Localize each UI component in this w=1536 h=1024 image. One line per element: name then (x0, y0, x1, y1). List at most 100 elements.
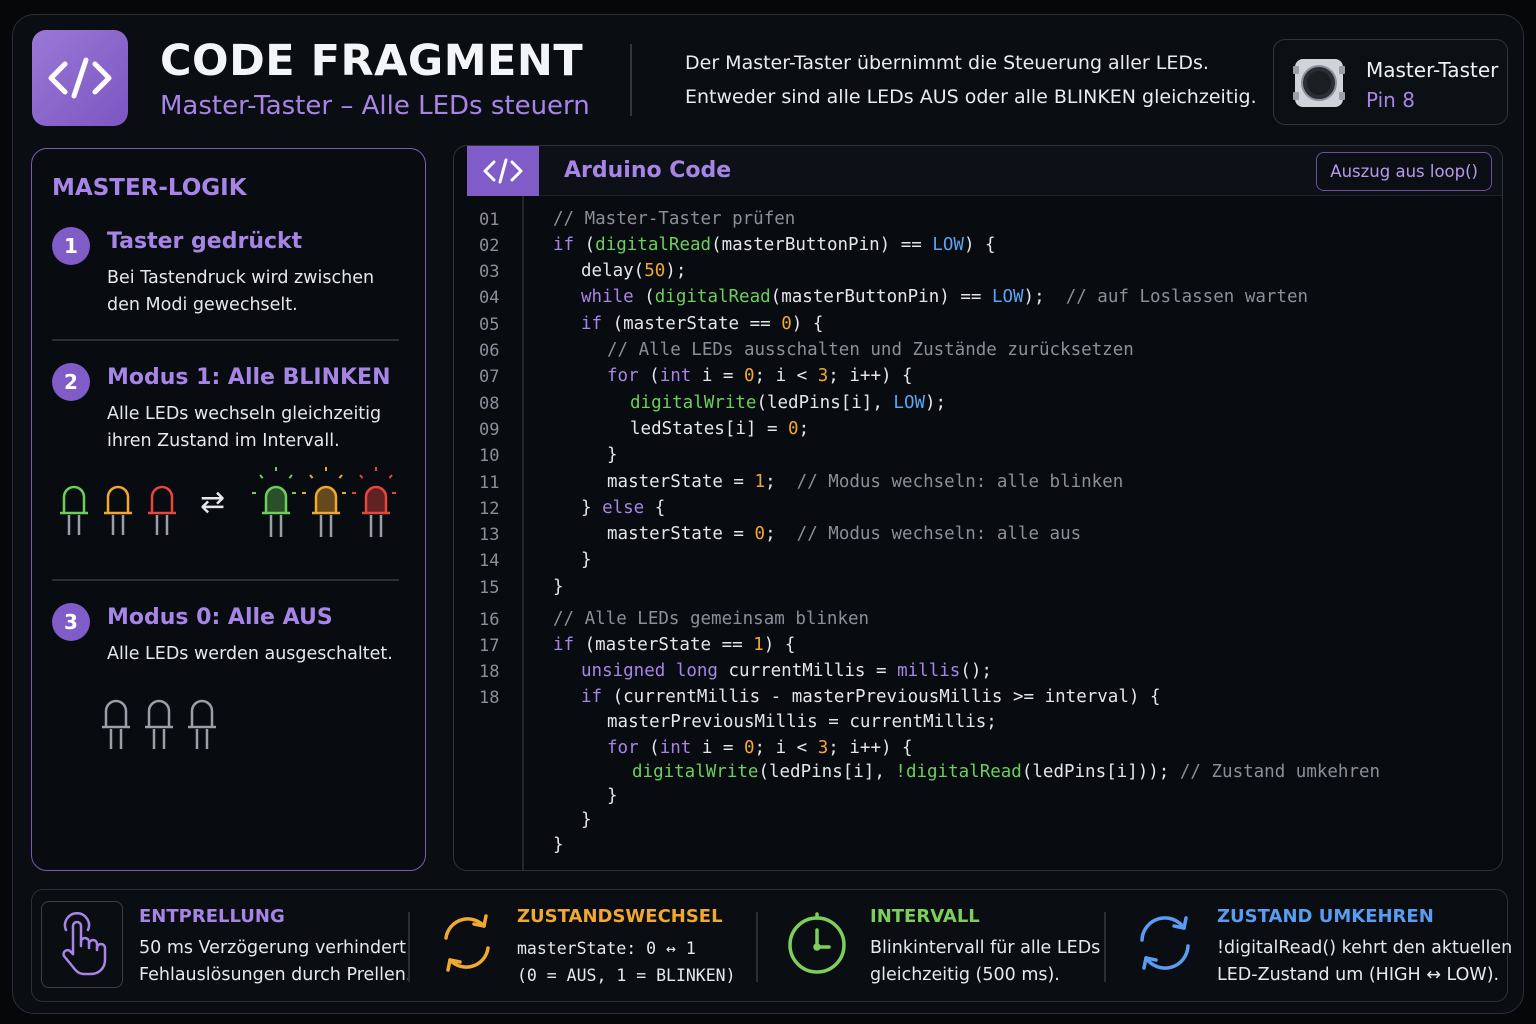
led-red-glow-icon (352, 467, 400, 537)
step-text: Bei Tastendruck wird zwischen den Modi g… (107, 265, 374, 319)
line-number: 17 (479, 636, 500, 656)
line-number: 04 (479, 288, 500, 308)
tip-text-line: (0 = AUS, 1 = BLINKEN) (517, 966, 736, 985)
step-text: Alle LEDs wechseln gleichzeitig ihren Zu… (107, 401, 381, 455)
code-line: if (digitalRead(masterButtonPin) == LOW)… (553, 235, 996, 255)
tip-icon-box (41, 901, 123, 988)
tips-bar: ENTPRELLUNG 50 ms Verzögerung verhindert… (31, 889, 1512, 1002)
swap-arrows-icon: ⇄ (200, 485, 226, 520)
code-line: masterState = 0; // Modus wechseln: alle… (607, 524, 1082, 544)
cycle-arrows-icon (444, 914, 490, 972)
code-line: } (581, 810, 592, 830)
code-logo (32, 30, 128, 126)
tip-text-line: masterState: 0 ↔ 1 (517, 939, 696, 958)
step-divider (52, 579, 399, 581)
tip-divider (408, 912, 410, 982)
pin-card-label: Master-Taster (1366, 58, 1499, 82)
step-text-line: ihren Zustand im Intervall. (107, 431, 340, 451)
code-line: if (masterState == 0) { (581, 314, 824, 334)
tip-title: ZUSTAND UMKEHREN (1217, 906, 1434, 927)
code-line: } (553, 835, 564, 855)
led-group-colored (60, 485, 176, 535)
code-line: for (int i = 0; i < 3; i++) { (607, 366, 913, 386)
led-off-icon (145, 699, 173, 749)
step-title: Taster gedrückt (107, 229, 303, 254)
line-number: 12 (479, 499, 500, 519)
line-number: 16 (479, 610, 500, 630)
line-number: 08 (479, 394, 500, 414)
led-off-icon (188, 699, 216, 749)
tip-text: Blinkintervall für alle LEDs gleichzeiti… (870, 935, 1100, 989)
tip-text-line: Fehlauslösungen durch Prellen. (139, 965, 412, 985)
header-description: Der Master-Taster übernimmt die Steuerun… (685, 46, 1257, 114)
step-text-line: Alle LEDs wechseln gleichzeitig (107, 404, 382, 424)
step-divider (52, 339, 399, 341)
page-title: CODE FRAGMENT (160, 36, 584, 86)
code-line: } (607, 445, 618, 465)
code-line: unsigned long currentMillis = millis(); (581, 661, 992, 681)
step-text-line: Alle LEDs werden ausgeschaltet. (107, 644, 393, 664)
line-number: 05 (479, 315, 500, 335)
tip-text: masterState: 0 ↔ 1 (0 = AUS, 1 = BLINKEN… (517, 935, 736, 989)
line-number: 18 (479, 688, 500, 708)
code-scope-badge: Auszug aus loop() (1316, 152, 1492, 191)
code-line: } (581, 550, 592, 570)
clock-icon (788, 912, 846, 974)
line-number: 10 (479, 446, 500, 466)
tip-text-line: LED-Zustand um (HIGH ↔ LOW). (1217, 965, 1500, 985)
tip-title: ENTPRELLUNG (139, 906, 285, 927)
description-line: Entweder sind alle LEDs AUS oder alle BL… (685, 86, 1257, 108)
code-line: } (607, 786, 618, 806)
led-group-off (102, 699, 216, 749)
line-number: 07 (479, 367, 500, 387)
header-divider (630, 44, 632, 116)
code-line: } (553, 577, 564, 597)
led-amber-glow-icon (302, 467, 350, 537)
code-line: if (masterState == 1) { (553, 635, 796, 655)
step-number: 1 (52, 227, 90, 265)
code-line: if (currentMillis - masterPreviousMillis… (581, 687, 1161, 707)
step-number: 2 (52, 363, 90, 401)
code-line: masterState = 1; // Modus wechseln: alle… (607, 472, 1124, 492)
tip-title: ZUSTANDSWECHSEL (517, 906, 723, 927)
line-number: 18 (479, 662, 500, 682)
page-subtitle: Master-Taster – Alle LEDs steuern (160, 91, 590, 121)
code-line: // Master-Taster prüfen (553, 209, 796, 229)
code-line: ledStates[i] = 0; (630, 419, 810, 439)
code-line: digitalWrite(ledPins[i], LOW); (630, 393, 947, 413)
line-number: 01 (479, 210, 500, 230)
description-line: Der Master-Taster übernimmt die Steuerun… (685, 52, 1209, 74)
pin-card: Master-Taster Pin 8 (1273, 39, 1508, 125)
led-group-glowing (252, 467, 400, 537)
step-title: Modus 0: Alle AUS (107, 605, 333, 630)
pin-card-value: Pin 8 (1366, 88, 1415, 112)
code-line: delay(50); (581, 261, 687, 281)
tip-text: 50 ms Verzögerung verhindert Fehlauslösu… (139, 935, 411, 989)
refresh-icon (1140, 916, 1190, 970)
tip-text: !digitalRead() kehrt den aktuellen LED-Z… (1217, 935, 1512, 989)
code-line: } else { (581, 498, 666, 518)
step-text: Alle LEDs werden ausgeschaltet. (107, 641, 393, 668)
code-line: // Alle LEDs gemeinsam blinken (553, 609, 870, 629)
led-red-icon (148, 485, 176, 535)
line-number: 13 (479, 525, 500, 545)
tip-divider (756, 912, 758, 982)
finger-press-icon (62, 912, 107, 976)
code-line: while (digitalRead(masterButtonPin) == L… (581, 287, 1309, 307)
gutter-divider (522, 196, 524, 870)
master-logic-panel: MASTER-LOGIK 1 Taster gedrückt Bei Taste… (31, 148, 426, 871)
code-title: Arduino Code (564, 158, 732, 183)
step-text-line: den Modi gewechselt. (107, 295, 298, 315)
tip-text-line: 50 ms Verzögerung verhindert (139, 938, 406, 958)
step-title: Modus 1: Alle BLINKEN (107, 365, 391, 390)
code-panel: Arduino Code Auszug aus loop() 01 02 03 … (453, 145, 1503, 871)
tip-text-line: Blinkintervall für alle LEDs (870, 938, 1101, 958)
tip-text-line: !digitalRead() kehrt den aktuellen (1217, 938, 1513, 958)
line-number: 09 (479, 420, 500, 440)
tip-title: INTERVALL (870, 906, 980, 927)
line-number: 06 (479, 341, 500, 361)
step-number: 3 (52, 603, 90, 641)
line-number: 14 (479, 551, 500, 571)
code-line: digitalWrite(ledPins[i], !digitalRead(le… (632, 762, 1381, 782)
tip-text-line: gleichzeitig (500 ms). (870, 965, 1060, 985)
